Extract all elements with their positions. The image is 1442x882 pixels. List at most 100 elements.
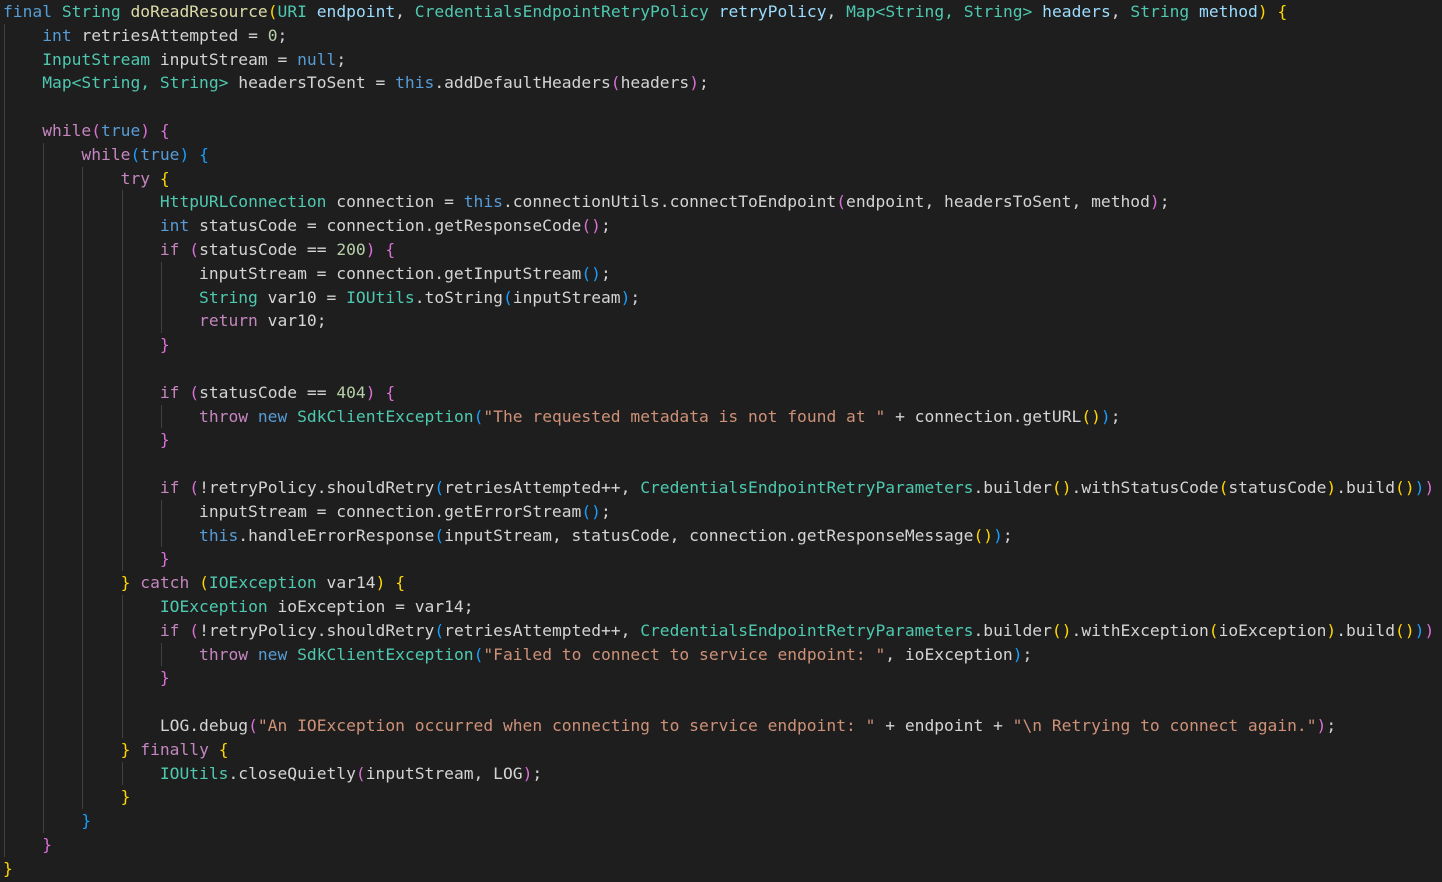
code-token: true (140, 144, 180, 164)
code-token: String (1130, 2, 1190, 21)
code-token: statusCode = connection.getResponseCode (189, 216, 582, 236)
code-line[interactable]: while(true) { (3, 143, 208, 167)
code-line[interactable]: try { (3, 167, 170, 191)
code-token: ( (199, 573, 209, 593)
code-token: + connection.getURL (885, 406, 1082, 426)
code-token: int (159, 216, 190, 236)
code-line[interactable]: int retriesAttempted = 0; (3, 24, 287, 48)
code-line[interactable]: InputStream inputStream = null; (3, 48, 346, 72)
code-token: retryPolicy (718, 2, 827, 21)
code-token: ( (610, 73, 621, 93)
code-token: ( (248, 716, 258, 735)
code-token: ( (434, 525, 445, 545)
code-editor[interactable]: final String doReadResource(URI endpoint… (0, 0, 1442, 882)
code-token: if (159, 240, 180, 259)
code-token: null (297, 49, 337, 69)
code-line[interactable]: if (!retryPolicy.shouldRetry(retriesAtte… (3, 476, 1442, 500)
code-token: Map<String, String> (42, 73, 229, 93)
code-line[interactable]: throw new SdkClientException("Failed to … (3, 643, 1032, 667)
code-line[interactable]: } (3, 809, 91, 833)
code-line[interactable]: final String doReadResource(URI endpoint… (3, 0, 1287, 24)
code-token: throw (199, 644, 249, 664)
code-token: inputStream (512, 287, 621, 307)
code-token: { (1277, 2, 1288, 21)
code-token: var14 (316, 573, 376, 593)
code-line[interactable]: } (3, 547, 170, 571)
code-token: IOException (208, 573, 317, 593)
code-token: new (257, 644, 288, 664)
code-line[interactable]: } (3, 785, 131, 809)
code-line[interactable]: int statusCode = connection.getResponseC… (3, 214, 611, 238)
code-token: ; (1002, 525, 1013, 545)
code-line[interactable]: IOException ioException = var14; (3, 595, 474, 619)
code-token: doReadResource (130, 2, 268, 21)
code-line[interactable]: if (!retryPolicy.shouldRetry(retriesAtte… (3, 619, 1442, 643)
code-token: ( (189, 620, 200, 640)
code-token: } (159, 430, 170, 450)
code-token: ) (993, 525, 1003, 545)
code-token: method (1199, 2, 1258, 21)
code-token: InputStream (42, 49, 151, 69)
code-token: ; (1022, 644, 1033, 664)
code-token: .handleErrorResponse (238, 525, 435, 545)
code-token: ; (630, 287, 641, 307)
code-token: SdkClientException (297, 406, 474, 426)
code-token: ; (699, 73, 709, 93)
code-token: endpoint, headersToSent, method (846, 192, 1150, 212)
code-line[interactable]: LOG.debug("An IOException occurred when … (3, 714, 1336, 738)
code-line[interactable]: } (3, 333, 170, 357)
code-token: ) (1149, 192, 1160, 212)
code-token: { (395, 573, 405, 593)
code-line[interactable]: Map<String, String> headersToSent = this… (3, 71, 709, 95)
code-token: .build (1336, 478, 1396, 497)
code-line[interactable]: this.handleErrorResponse(inputStream, st… (3, 524, 1013, 548)
code-line[interactable]: inputStream = connection.getErrorStream(… (3, 500, 611, 524)
code-line[interactable]: } (3, 428, 170, 452)
code-token: () (1395, 478, 1415, 497)
code-line[interactable]: inputStream = connection.getInputStream(… (3, 262, 611, 286)
code-token: ) (1414, 478, 1425, 497)
code-line[interactable]: IOUtils.closeQuietly(inputStream, LOG); (3, 762, 542, 786)
code-line[interactable]: } catch (IOException var14) { (3, 571, 405, 595)
code-token: !retryPolicy.shouldRetry (199, 620, 435, 640)
code-token: ) (689, 73, 700, 93)
code-line[interactable]: } finally { (3, 738, 229, 762)
code-token: if (159, 478, 180, 497)
code-token: if (159, 382, 180, 402)
code-token: ; (1159, 192, 1170, 212)
code-line[interactable]: if (statusCode == 404) { (3, 381, 395, 405)
code-line[interactable]: return var10; (3, 309, 326, 333)
code-line[interactable]: String var10 = IOUtils.toString(inputStr… (3, 286, 640, 310)
code-token: ( (473, 406, 484, 426)
code-line[interactable]: } (3, 666, 170, 690)
code-line[interactable]: } (3, 833, 52, 857)
code-token: inputStream = connection.getErrorStream (199, 501, 582, 521)
code-line[interactable]: if (statusCode == 200) { (3, 238, 395, 262)
code-token: { (218, 739, 229, 759)
code-token: headersToSent = (228, 73, 396, 93)
code-token: } (159, 668, 170, 688)
code-line[interactable]: throw new SdkClientException("The reques… (3, 405, 1121, 429)
code-token: .build (1336, 620, 1396, 640)
code-token: while (42, 121, 92, 140)
code-token: .connectionUtils.connectToEndpoint (502, 192, 837, 212)
code-token: ) (1257, 2, 1268, 21)
code-line[interactable]: } (3, 857, 13, 881)
code-line[interactable]: while(true) { (3, 119, 169, 143)
code-line[interactable]: HttpURLConnection connection = this.conn… (3, 190, 1170, 214)
